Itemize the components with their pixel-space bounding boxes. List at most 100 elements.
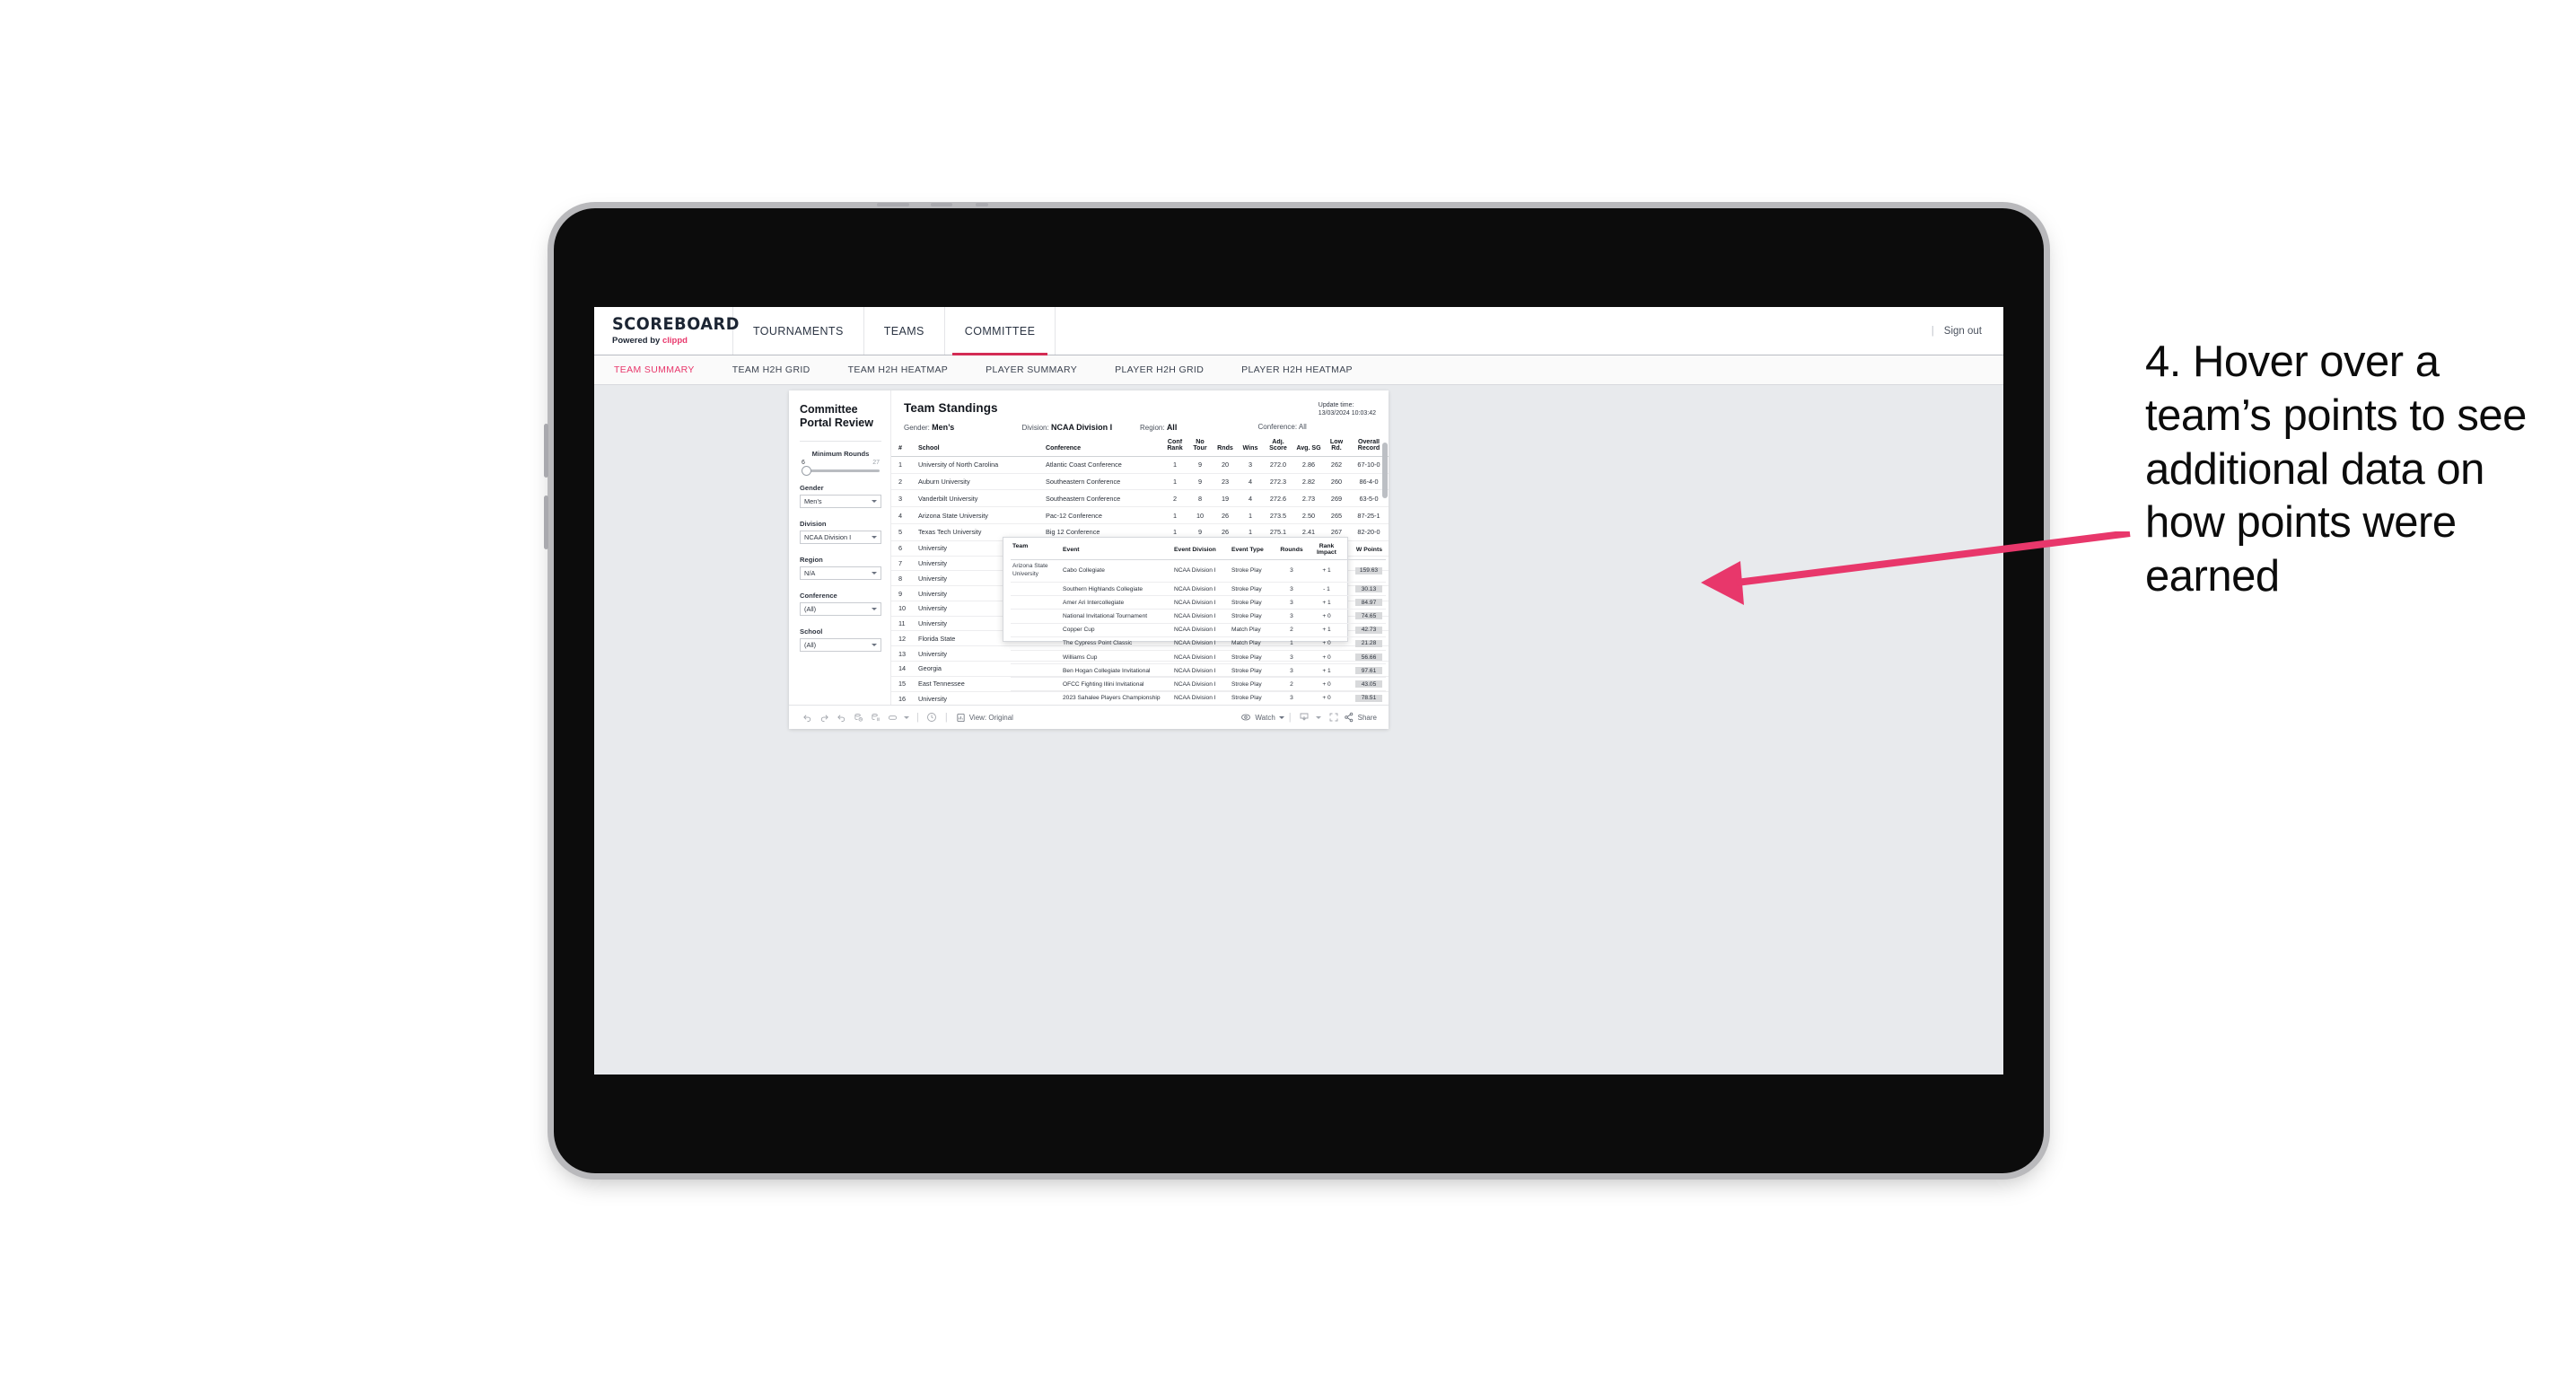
rank-cell: 1 [891,456,916,474]
chevron-down-icon [1278,715,1284,719]
nav-item-teams[interactable]: TEAMS [864,307,945,355]
tooltip-w-points-cell: 159.63 [1346,559,1386,583]
pause-data-icon[interactable] [867,713,884,723]
filter-conference-select[interactable]: (All) [800,601,881,616]
rnds-cell: 19 [1213,489,1238,508]
tooltip-w-points-value: 42.73 [1355,626,1382,634]
highlight-icon[interactable] [884,713,901,723]
tooltip-rank-impact-cell: + 1 [1307,559,1346,583]
filter-gender-select[interactable]: Men’s [800,494,881,508]
col-conf-rank[interactable]: Conf Rank [1162,439,1187,457]
filter-region-select[interactable]: N/A [800,566,881,580]
view-original-button[interactable]: View: Original [956,713,1013,723]
col-school[interactable]: School [916,439,1044,457]
tooltip-rank-impact-cell: + 1 [1307,663,1346,679]
tooltip-event-division-cell: NCAA Division I [1172,636,1230,651]
tooltip-rounds-cell: 1 [1276,636,1307,651]
dashboard-body: Committee Portal Review Minimum Rounds 6… [789,390,1389,705]
conf-rank-cell: 1 [1162,506,1187,524]
table-scrollbar-thumb[interactable] [1382,443,1388,498]
tab-player-summary[interactable]: PLAYER SUMMARY [986,364,1097,375]
col-conference[interactable]: Conference [1044,439,1162,457]
tooltip-event-type-cell: Match Play [1230,636,1276,651]
standings-table-head: # School Conference Conf Rank No Tour Rn… [891,439,1389,457]
tooltip-row: Ben Hogan Collegiate Invitational NCAA Di… [1011,663,1386,679]
watch-button[interactable]: Watch [1240,712,1284,723]
standings-header: Team Standings Update time: 13/03/2024 1… [891,390,1389,432]
nav-item-tournaments[interactable]: TOURNAMENTS [733,307,864,355]
share-button[interactable]: Share [1344,712,1377,723]
download-dropdown-icon[interactable] [1313,715,1324,719]
table-row[interactable]: 4 Arizona State University Pac-12 Conferen… [891,506,1389,524]
chevron-down-icon [872,499,877,503]
eye-icon [1241,714,1251,721]
tooltip-team-cell [1011,623,1061,637]
tab-team-summary[interactable]: TEAM SUMMARY [614,364,714,375]
tooltip-event-type-cell: Stroke Play [1230,582,1276,597]
filter-conference-value: (All) [804,604,817,613]
col-adj-score[interactable]: Adj. Score [1263,439,1293,457]
volume-button-up[interactable] [544,424,548,478]
tab-player-h2h-heatmap[interactable]: PLAYER H2H HEATMAP [1241,364,1372,375]
col-low-rd[interactable]: Low Rd. [1324,439,1349,457]
table-row[interactable]: 3 Vanderbilt University Southeastern Confe… [891,489,1389,508]
tooltip-event-type-cell: Match Play [1230,623,1276,637]
tooltip-row: The Cypress Point Classic NCAA Division I… [1011,636,1386,651]
low-rd-cell: 265 [1324,506,1349,524]
slider-handle[interactable] [802,466,811,476]
tt-col-rank-impact: Rank Impact [1307,543,1346,560]
tooltip-row: Amer Ari Intercollegiate NCAA Division IS… [1011,595,1386,610]
page-title: Team Standings [904,401,998,415]
rank-cell: 14 [891,661,916,677]
tooltip-rank-impact-cell: + 0 [1307,636,1346,651]
history-icon[interactable] [924,712,941,723]
redo-icon[interactable] [816,713,833,723]
tooltip-event-type-cell: Stroke Play [1230,609,1276,624]
nav-item-committee[interactable]: COMMITTEE [945,307,1056,355]
tooltip-w-points-cell: 78.51 [1346,690,1386,705]
revert-icon[interactable] [833,713,850,723]
tooltip-event-division-cell: NCAA Division I [1172,623,1230,637]
tooltip-event-division-cell: NCAA Division I [1172,559,1230,583]
sign-out-link[interactable]: Sign out [1944,326,1982,337]
app-logo[interactable]: SCOREBOARD Powered by clippd [594,307,739,355]
tooltip-event-cell: Amer Ari Intercollegiate [1061,595,1172,610]
table-row[interactable]: 1 University of North Carolina Atlantic Co… [891,456,1389,474]
col-rnds[interactable]: Rnds [1213,439,1238,457]
table-row[interactable]: 2 Auburn University Southeastern Conferenc… [891,473,1389,491]
low-rd-cell: 260 [1324,473,1349,491]
no-tour-cell: 8 [1187,489,1213,508]
download-icon[interactable] [1296,712,1313,723]
filter-division-value: NCAA Division I [804,532,852,541]
col-no-tour[interactable]: No Tour [1187,439,1213,457]
col-avg-sg[interactable]: Avg. SG [1293,439,1324,457]
adj-score-cell: 273.5 [1263,506,1293,524]
tab-player-h2h-grid[interactable]: PLAYER H2H GRID [1115,364,1223,375]
filter-school-select[interactable]: (All) [800,637,881,652]
tooltip-team-cell [1011,663,1061,679]
minimum-rounds-slider[interactable] [802,466,880,476]
col-wins[interactable]: Wins [1238,439,1263,457]
conf-rank-cell: 2 [1162,489,1187,508]
tooltip-rank-impact-cell: + 0 [1307,690,1346,705]
minimum-rounds-range: 6 27 [800,460,881,466]
filter-division-select[interactable]: NCAA Division I [800,530,881,544]
undo-icon[interactable] [799,713,816,723]
fullscreen-icon[interactable] [1324,712,1344,723]
tooltip-table-head: Team Event Event Division Event Type Rou… [1011,543,1386,560]
toolbar-right-group: Watch | Share [1240,712,1379,723]
tab-team-h2h-heatmap[interactable]: TEAM H2H HEATMAP [848,364,968,375]
rank-cell: 5 [891,523,916,541]
col-rank[interactable]: # [891,439,916,457]
tooltip-row: Southern Highlands Collegiate NCAA Divisi… [1011,582,1386,597]
volume-button-down[interactable] [544,496,548,549]
wins-cell: 4 [1238,473,1263,491]
rank-cell: 9 [891,585,916,601]
highlight-dropdown-icon[interactable] [901,715,912,719]
tab-team-h2h-grid[interactable]: TEAM H2H GRID [732,364,830,375]
filter-region: Region N/A [800,556,881,580]
tooltip-w-points-value: 56.66 [1355,654,1382,661]
tooltip-w-points-value: 97.61 [1355,667,1382,675]
tooltip-event-type-cell: Stroke Play [1230,663,1276,679]
refresh-data-icon[interactable] [850,713,867,723]
